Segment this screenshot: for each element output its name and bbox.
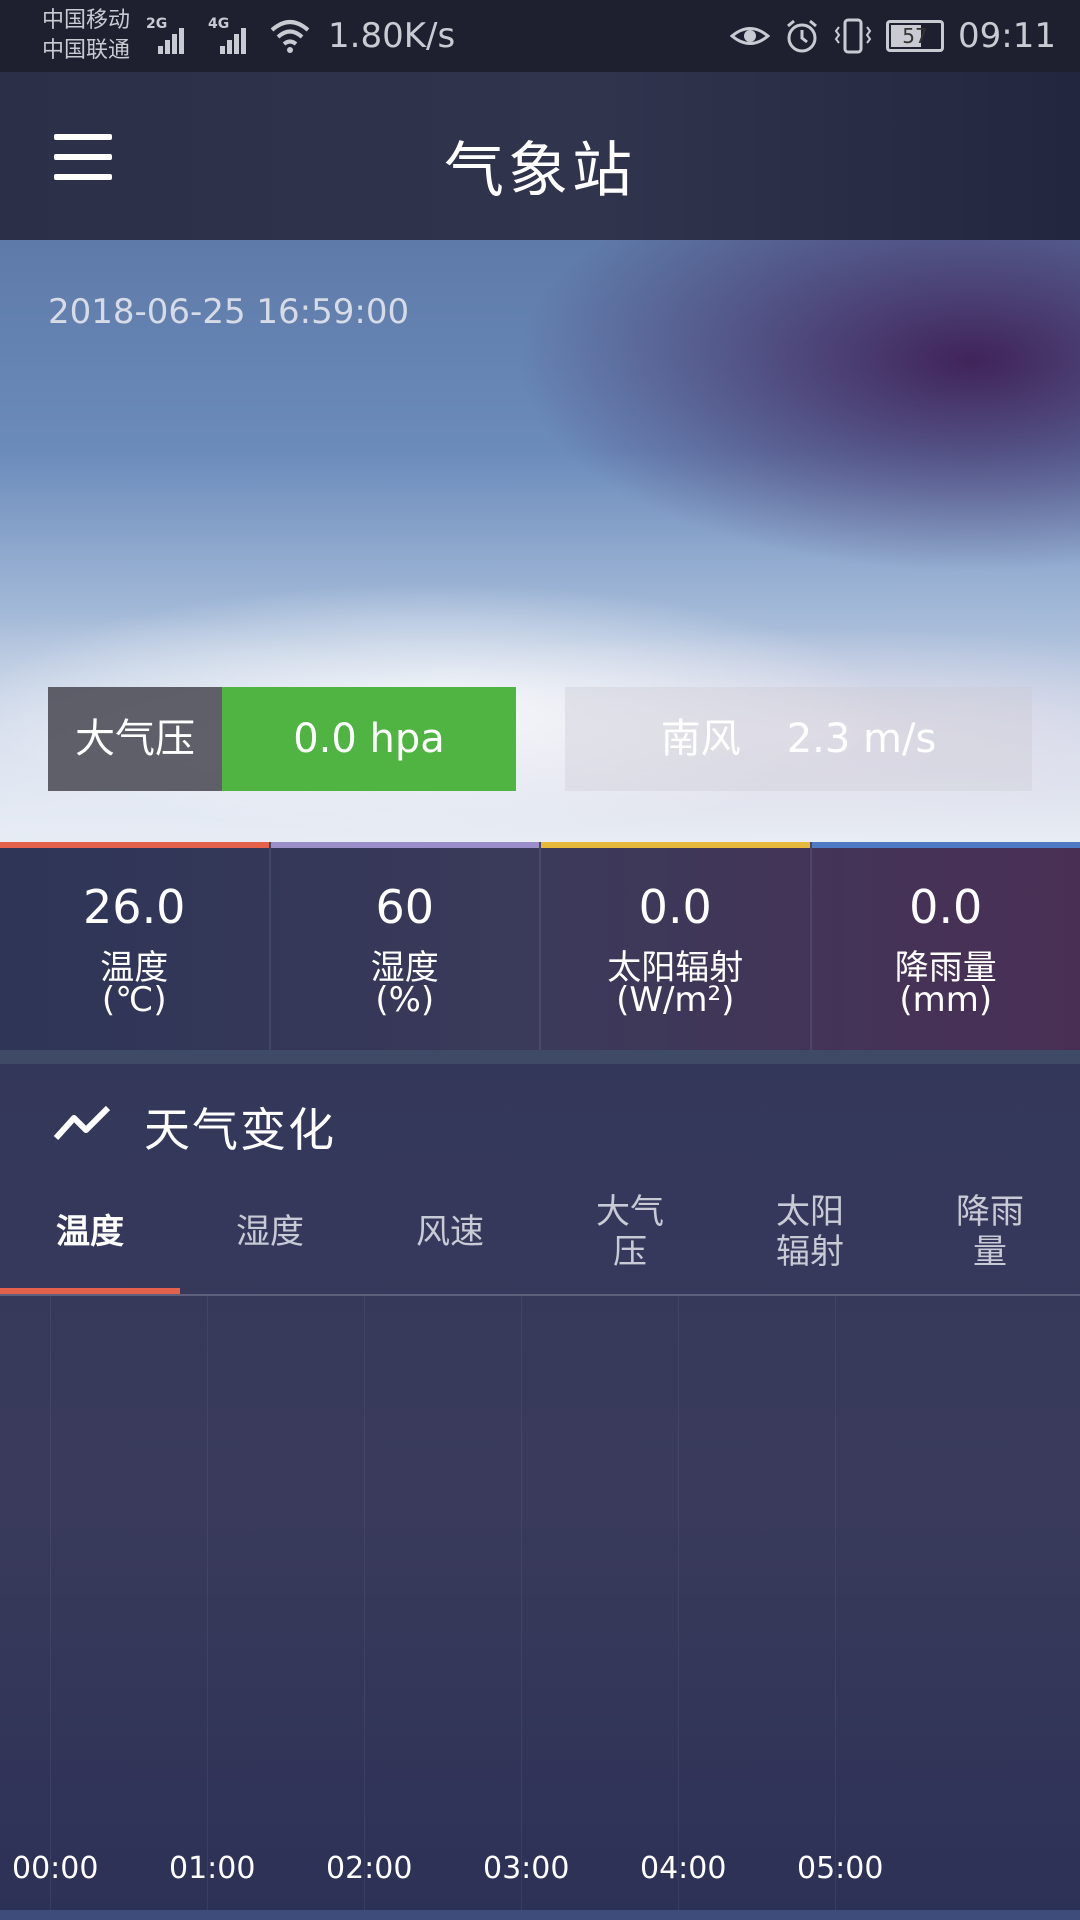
x-tick-label: 02:00 — [326, 1851, 413, 1886]
eye-icon — [730, 27, 771, 45]
metric-value: 26.0 — [83, 880, 186, 934]
carrier-names: 中国移动 中国联通 — [42, 6, 130, 66]
app-bar: 气象站 — [0, 72, 1080, 240]
trend-icon — [53, 1105, 111, 1141]
tab-rainfall[interactable]: 降雨 量 — [900, 1184, 1080, 1294]
pressure-box: 大气压 0.0 hpa — [48, 687, 516, 791]
wind-speed: 2.3 m/s — [786, 716, 937, 762]
chart-gridline — [50, 1296, 51, 1920]
battery-level: 57 — [902, 24, 928, 48]
vibrate-icon — [834, 18, 872, 54]
section-title: 天气变化 — [144, 1103, 336, 1157]
metric-rainfall: 0.0 降雨量 (mm) — [811, 842, 1080, 1050]
tab-wind-speed[interactable]: 风速 — [360, 1184, 540, 1294]
tab-solar-radiation[interactable]: 太阳 辐射 — [720, 1184, 900, 1294]
tab-label: 风速 — [416, 1212, 484, 1252]
wind-box: 南风 2.3 m/s — [565, 687, 1032, 791]
tab-bar: 温度 湿度 风速 大气 压 太阳 辐射 降雨 量 — [0, 1184, 1080, 1296]
bottom-strip — [0, 1910, 1080, 1920]
tab-label-line2: 压 — [613, 1232, 647, 1272]
metric-accent — [541, 842, 810, 848]
carrier-1: 中国移动 — [42, 8, 131, 33]
metric-unit: (℃) — [101, 980, 167, 1020]
page-title: 气象站 — [444, 136, 636, 206]
tab-pressure[interactable]: 大气 压 — [540, 1184, 720, 1294]
tab-humidity[interactable]: 湿度 — [180, 1184, 360, 1294]
network-speed: 1.80K/s — [328, 16, 456, 56]
tab-temperature[interactable]: 温度 — [0, 1184, 180, 1294]
carrier-2: 中国联通 — [42, 38, 131, 63]
metric-temperature: 26.0 温度 (℃) — [0, 842, 271, 1050]
weather-change-section: 天气变化 温度 湿度 风速 大气 压 太阳 辐射 降雨 量 00:00 01:00… — [0, 1064, 1080, 1920]
chart-gridline — [835, 1296, 836, 1920]
chart-gridline — [521, 1296, 522, 1920]
clock: 09:11 — [958, 16, 1056, 56]
metric-value: 60 — [375, 880, 435, 934]
metric-unit: (W/m²) — [616, 980, 735, 1020]
x-tick-label: 00:00 — [12, 1851, 99, 1886]
x-tick-label: 04:00 — [640, 1851, 727, 1886]
wind-direction: 南风 — [660, 716, 741, 762]
weather-chart: 00:00 01:00 02:00 03:00 04:00 05:00 — [0, 1296, 1080, 1920]
chart-gridline — [207, 1296, 208, 1920]
metric-solar-radiation: 0.0 太阳辐射 (W/m²) — [541, 842, 812, 1050]
metric-accent — [270, 842, 539, 848]
x-tick-label: 01:00 — [169, 1851, 256, 1886]
status-bar: 中国移动 中国联通 2G 4G 1.80K/s 57 09:11 — [0, 0, 1080, 72]
alarm-icon — [787, 19, 817, 53]
divider — [0, 1050, 1080, 1064]
metric-unit: (mm) — [899, 980, 993, 1020]
metric-value: 0.0 — [909, 880, 983, 934]
metric-humidity: 60 湿度 (%) — [270, 842, 541, 1050]
battery-icon: 57 — [886, 20, 945, 52]
wifi-icon — [270, 20, 310, 53]
metrics-row: 26.0 温度 (℃) 60 湿度 (%) 0.0 太阳辐射 (W/m²) 0.… — [0, 842, 1080, 1050]
chart-gridline — [678, 1296, 679, 1920]
metric-unit: (%) — [375, 980, 435, 1020]
timestamp: 2018-06-25 16:59:00 — [48, 292, 410, 332]
pressure-value: 0.0 hpa — [222, 687, 516, 791]
pressure-label: 大气压 — [48, 687, 222, 791]
tab-label-line2: 量 — [973, 1232, 1007, 1272]
tab-label: 温度 — [56, 1212, 124, 1252]
metric-accent — [0, 842, 269, 848]
tab-label-line2: 辐射 — [776, 1232, 844, 1272]
chart-gridline — [364, 1296, 365, 1920]
x-tick-label: 05:00 — [797, 1851, 884, 1886]
metric-accent — [811, 842, 1080, 848]
x-tick-label: 03:00 — [483, 1851, 570, 1886]
metric-value: 0.0 — [638, 880, 712, 934]
tab-label: 湿度 — [236, 1212, 304, 1252]
weather-hero: 2018-06-25 16:59:00 大气压 0.0 hpa 南风 2.3 m/… — [0, 240, 1080, 842]
